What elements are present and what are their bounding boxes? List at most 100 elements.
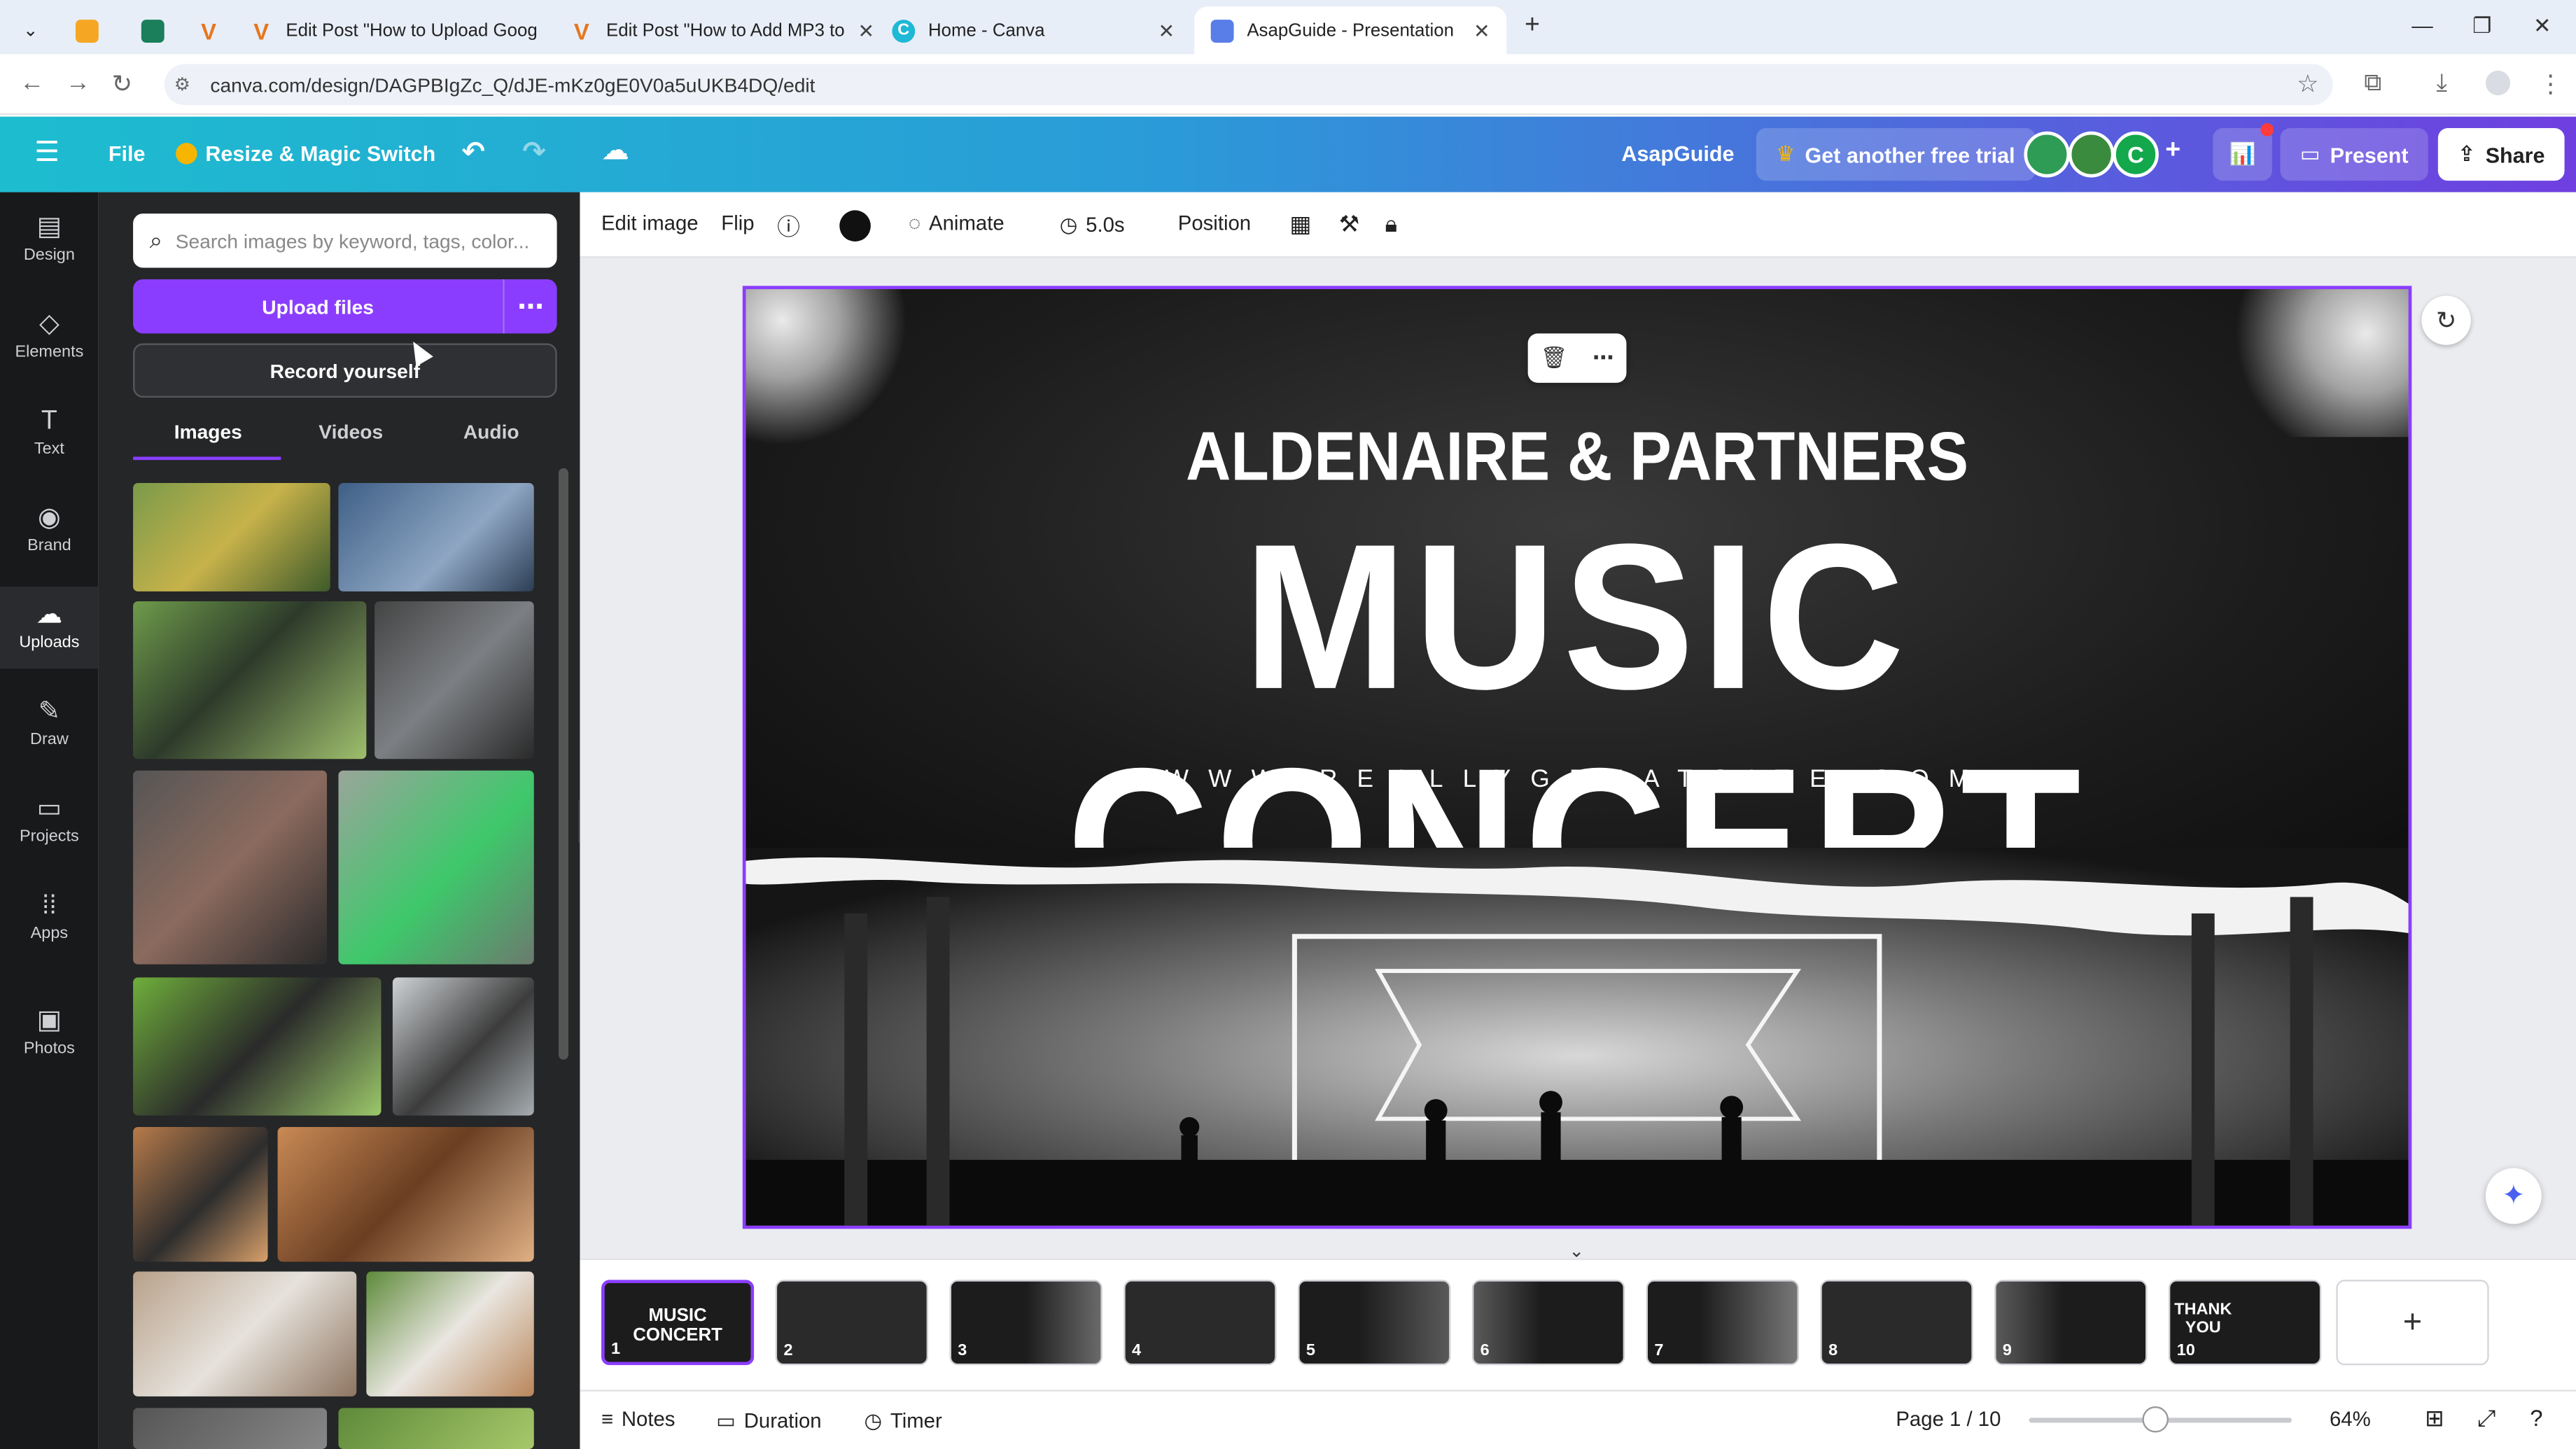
browser-tab-2[interactable]: V bbox=[181, 6, 230, 54]
site-settings-icon[interactable]: ⚙ bbox=[174, 74, 190, 95]
page-thumbnail-4[interactable]: 4 bbox=[1124, 1280, 1277, 1366]
browser-tab-3[interactable]: VEdit Post "How to Upload Goog✕ bbox=[233, 6, 545, 54]
analytics-button[interactable]: 📊 bbox=[2213, 128, 2272, 181]
tab-images[interactable]: Images bbox=[174, 421, 242, 444]
redo-icon[interactable]: ↷ bbox=[522, 136, 545, 169]
rail-item-design[interactable]: ▤ Design bbox=[0, 199, 99, 281]
image-thumbnail[interactable] bbox=[133, 770, 328, 965]
new-tab-button[interactable]: + bbox=[1525, 11, 1540, 41]
paint-roller-icon[interactable]: ⚒ bbox=[1339, 210, 1359, 238]
tab-videos[interactable]: Videos bbox=[318, 421, 383, 444]
url-field[interactable]: canva.com/design/DAGPBIgZc_Q/dJE-mKz0gE0… bbox=[164, 64, 2333, 106]
cloud-save-icon[interactable]: ☁ bbox=[601, 134, 629, 167]
minimize-button[interactable]: — bbox=[2412, 13, 2433, 38]
page-thumbnail-2[interactable]: 2 bbox=[775, 1280, 929, 1366]
add-page-button[interactable]: + bbox=[2336, 1280, 2489, 1366]
record-yourself-button[interactable]: Record yourself bbox=[133, 343, 557, 398]
browser-menu-icon[interactable]: ⋮ bbox=[2538, 69, 2563, 99]
rail-item-brand[interactable]: ◉ Brand bbox=[0, 489, 99, 571]
rail-item-photos[interactable]: ▣ Photos bbox=[0, 993, 99, 1074]
bookmark-star-icon[interactable]: ☆ bbox=[2297, 69, 2319, 99]
image-thumbnail[interactable] bbox=[133, 1127, 268, 1262]
image-thumbnail[interactable] bbox=[366, 1271, 534, 1396]
page-thumbnail-1[interactable]: MUSIC CONCERT 1 bbox=[598, 1276, 757, 1369]
grid-view-icon[interactable]: ⊞ bbox=[2425, 1405, 2444, 1433]
image-thumbnail[interactable] bbox=[277, 1127, 534, 1262]
file-menu[interactable]: File bbox=[108, 141, 146, 166]
close-tab-icon[interactable]: ✕ bbox=[1158, 19, 1175, 42]
slide-website[interactable]: WWW.REALLYGREATSITE.COM bbox=[746, 766, 2409, 794]
close-tab-icon[interactable]: ✕ bbox=[858, 19, 874, 42]
image-thumbnail[interactable] bbox=[392, 977, 534, 1116]
rail-item-text[interactable]: T Text bbox=[0, 393, 99, 475]
resize-magic-switch-button[interactable]: Resize & Magic Switch bbox=[176, 141, 435, 166]
team-name[interactable]: AsapGuide bbox=[1621, 141, 1734, 166]
page-thumbnail-7[interactable]: 7 bbox=[1646, 1280, 1799, 1366]
avatar[interactable] bbox=[2024, 131, 2071, 178]
rail-item-projects[interactable]: ▭ Projects bbox=[0, 780, 99, 862]
transparency-icon[interactable]: ▦ bbox=[1289, 210, 1311, 238]
undo-icon[interactable]: ↶ bbox=[461, 136, 484, 169]
free-trial-button[interactable]: ♛ Get another free trial bbox=[1756, 128, 2035, 181]
duration-footer-button[interactable]: ▭ Duration bbox=[716, 1408, 821, 1433]
image-thumbnail[interactable] bbox=[133, 1408, 328, 1449]
page-thumbnail-10[interactable]: THANK YOU 10 bbox=[2168, 1280, 2322, 1366]
magic-assistant-button[interactable]: ✦ bbox=[2485, 1168, 2542, 1224]
present-button[interactable]: ▭ Present bbox=[2280, 128, 2428, 181]
info-icon[interactable]: ⓘ bbox=[777, 210, 800, 243]
image-thumbnail[interactable] bbox=[133, 601, 367, 760]
panel-scrollbar[interactable] bbox=[558, 468, 569, 1060]
page-indicator[interactable]: Page 1 / 10 bbox=[1896, 1408, 2001, 1431]
upload-more-options-button[interactable]: ⋯ bbox=[503, 279, 557, 334]
refresh-button[interactable]: ↻ bbox=[2421, 295, 2471, 345]
profile-icon[interactable] bbox=[2485, 70, 2511, 96]
page-thumbnail-5[interactable]: 5 bbox=[1298, 1280, 1451, 1366]
more-icon[interactable]: ⋯ bbox=[1592, 345, 1614, 372]
download-icon[interactable]: ⤓ bbox=[2437, 69, 2448, 97]
rail-item-apps[interactable]: ⁞⁞ Apps bbox=[0, 877, 99, 959]
image-thumbnail[interactable] bbox=[338, 770, 534, 965]
lock-icon[interactable]: 🔒︎ bbox=[1385, 210, 1396, 238]
image-thumbnail[interactable] bbox=[338, 483, 534, 592]
reload-icon[interactable]: ↻ bbox=[112, 69, 133, 99]
flip-button[interactable]: Flip bbox=[721, 212, 754, 235]
page-thumbnail-9[interactable]: 9 bbox=[1994, 1280, 2148, 1366]
browser-tab-active[interactable]: AsapGuide - Presentation ✕ bbox=[1194, 6, 1507, 55]
color-swatch[interactable] bbox=[839, 210, 871, 242]
edit-image-button[interactable]: Edit image bbox=[601, 212, 699, 235]
browser-tab-0[interactable] bbox=[59, 6, 102, 54]
help-icon[interactable]: ? bbox=[2530, 1405, 2542, 1432]
avatar[interactable] bbox=[2068, 131, 2115, 178]
rail-item-draw[interactable]: ✎ Draw bbox=[0, 683, 99, 765]
tab-list-button[interactable]: ⌄ bbox=[6, 6, 49, 54]
duration-button[interactable]: ◷ 5.0s bbox=[1060, 212, 1125, 237]
rail-item-uploads[interactable]: ☁ Uploads bbox=[0, 586, 99, 669]
upload-files-button[interactable]: Upload files bbox=[133, 279, 503, 334]
page-thumbnail-3[interactable]: 3 bbox=[949, 1280, 1102, 1366]
slide-company-name[interactable]: ALDENAIRE & PARTNERS bbox=[746, 420, 2409, 498]
image-thumbnail[interactable] bbox=[133, 977, 382, 1116]
back-icon[interactable]: ← bbox=[20, 69, 44, 97]
fullscreen-icon[interactable]: ⤢ bbox=[2477, 1405, 2496, 1433]
search-input[interactable]: ⌕ Search images by keyword, tags, color.… bbox=[133, 214, 557, 268]
slide-canvas[interactable]: ALDENAIRE & PARTNERS MUSIC CONCERT WWW.R… bbox=[742, 286, 2412, 1229]
browser-tab-5[interactable]: C Home - Canva ✕ bbox=[876, 6, 1191, 54]
image-thumbnail[interactable] bbox=[374, 601, 534, 760]
image-thumbnail[interactable] bbox=[338, 1408, 534, 1449]
trash-icon[interactable]: 🗑︎ bbox=[1541, 345, 1568, 372]
add-collaborator-icon[interactable]: + bbox=[2165, 136, 2180, 166]
rail-item-elements[interactable]: ◇ Elements bbox=[0, 295, 99, 377]
browser-tab-4[interactable]: V Edit Post "How to Add MP3 to ✕ bbox=[554, 6, 874, 54]
timer-button[interactable]: ◷ Timer bbox=[864, 1408, 941, 1433]
close-tab-icon[interactable]: ✕ bbox=[1474, 19, 1490, 42]
browser-tab-1[interactable] bbox=[125, 6, 167, 54]
restore-button[interactable]: ❐ bbox=[2472, 13, 2491, 40]
forward-icon[interactable]: → bbox=[66, 69, 90, 97]
zoom-slider-handle[interactable] bbox=[2142, 1406, 2169, 1433]
image-thumbnail[interactable] bbox=[133, 483, 330, 592]
tab-audio[interactable]: Audio bbox=[463, 421, 519, 444]
page-thumbnail-6[interactable]: 6 bbox=[1471, 1280, 1625, 1366]
zoom-level[interactable]: 64% bbox=[2330, 1408, 2371, 1431]
window-close-button[interactable]: ✕ bbox=[2533, 13, 2552, 40]
image-thumbnail[interactable] bbox=[133, 1271, 357, 1396]
